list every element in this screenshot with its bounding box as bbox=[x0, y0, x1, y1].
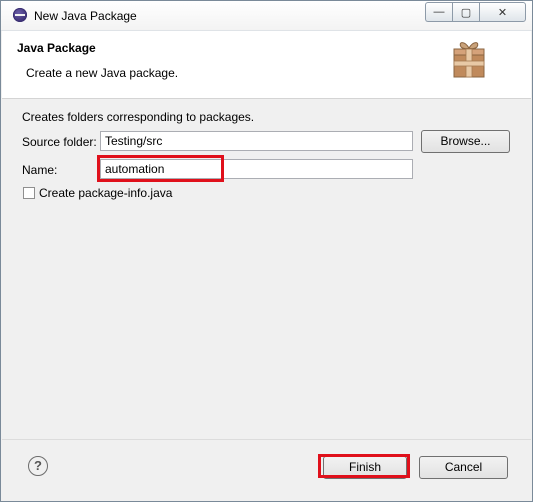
help-icon[interactable]: ? bbox=[28, 456, 48, 476]
minimize-button[interactable]: — bbox=[425, 2, 452, 22]
browse-button[interactable]: Browse... bbox=[421, 130, 510, 153]
create-package-info-label[interactable]: Create package-info.java bbox=[39, 186, 172, 200]
close-icon: ✕ bbox=[497, 6, 508, 19]
source-folder-label: Source folder: bbox=[22, 135, 97, 149]
maximize-icon: ▢ bbox=[460, 6, 472, 19]
cancel-button[interactable]: Cancel bbox=[419, 456, 508, 479]
banner-title: Java Package bbox=[17, 41, 96, 55]
eclipse-icon bbox=[13, 8, 27, 22]
intro-text: Creates folders corresponding to package… bbox=[22, 110, 255, 124]
maximize-button[interactable]: ▢ bbox=[452, 2, 479, 22]
minimize-icon: — bbox=[433, 6, 445, 18]
package-icon bbox=[453, 42, 485, 78]
wizard-banner: Java Package Create a new Java package. bbox=[2, 31, 531, 99]
name-field-highlight bbox=[97, 155, 224, 182]
new-java-package-dialog: New Java Package — ▢ ✕ Java Package Crea… bbox=[0, 0, 533, 502]
name-label: Name: bbox=[22, 163, 58, 177]
title-bar[interactable]: New Java Package — ▢ ✕ bbox=[1, 1, 532, 31]
source-folder-input[interactable] bbox=[100, 131, 413, 151]
window-controls: — ▢ ✕ bbox=[425, 2, 526, 22]
close-button[interactable]: ✕ bbox=[479, 2, 526, 22]
banner-description: Create a new Java package. bbox=[26, 66, 179, 80]
form-area: Creates folders corresponding to package… bbox=[2, 99, 531, 439]
footer-divider bbox=[2, 439, 531, 440]
create-package-info-checkbox[interactable] bbox=[23, 187, 35, 199]
window-title: New Java Package bbox=[34, 9, 137, 23]
finish-button-highlight bbox=[318, 454, 410, 478]
